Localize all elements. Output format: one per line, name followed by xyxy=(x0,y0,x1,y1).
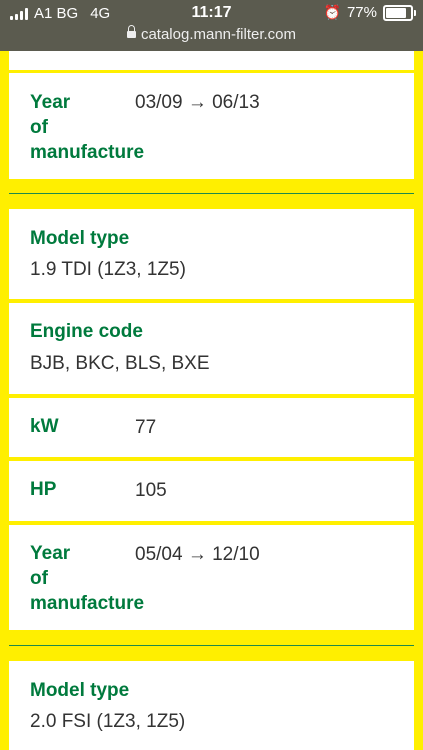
vehicle-prev-year-card: Year of manufacture 03/09 → 06/13 xyxy=(9,73,414,179)
year-label: Year of manufacture xyxy=(30,92,145,163)
hp-label: HP xyxy=(30,479,57,500)
year-value: 05/04 → 12/10 xyxy=(135,544,260,565)
model-type-card: Model type 2.0 FSI (1Z3, 1Z5) xyxy=(9,661,414,750)
kw-label: kW xyxy=(30,416,59,437)
kw-value: 77 xyxy=(135,417,157,438)
year-label: Year of manufacture xyxy=(30,543,145,614)
section-divider xyxy=(9,645,414,646)
model-type-value: 1.9 TDI (1Z3, 1Z5) xyxy=(30,259,186,280)
engine-code-label: Engine code xyxy=(30,321,143,342)
lock-icon xyxy=(126,24,136,38)
engine-code-value: BJB, BKC, BLS, BXE xyxy=(30,353,210,374)
hp-card: HP 105 xyxy=(9,461,414,521)
model-type-card: Model type 1.9 TDI (1Z3, 1Z5) xyxy=(9,209,414,299)
hp-value: 105 xyxy=(135,480,167,501)
battery-percent: 77% xyxy=(346,4,377,21)
kw-card: kW 77 xyxy=(9,398,414,457)
status-right: ⏰ 77% xyxy=(323,4,416,21)
battery-icon xyxy=(383,4,416,21)
year-card: Year of manufacture 05/04 → 12/10 xyxy=(9,525,414,630)
year-value: 03/09 → 06/13 xyxy=(135,92,260,113)
section-divider xyxy=(9,193,414,194)
model-type-label: Model type xyxy=(30,680,130,701)
vehicle-prev-top-card xyxy=(9,51,414,70)
engine-code-card: Engine code BJB, BKC, BLS, BXE xyxy=(9,303,414,394)
model-type-value: 2.0 FSI (1Z3, 1Z5) xyxy=(30,711,186,732)
model-type-label: Model type xyxy=(30,228,130,249)
url-domain: catalog.mann-filter.com xyxy=(140,26,297,43)
alarm-icon: ⏰ xyxy=(323,4,341,20)
status-bar: A1 BG 4G 11:17 ⏰ 77% catalog.mann-filter… xyxy=(0,0,423,51)
url-bar[interactable]: catalog.mann-filter.com xyxy=(0,24,423,43)
